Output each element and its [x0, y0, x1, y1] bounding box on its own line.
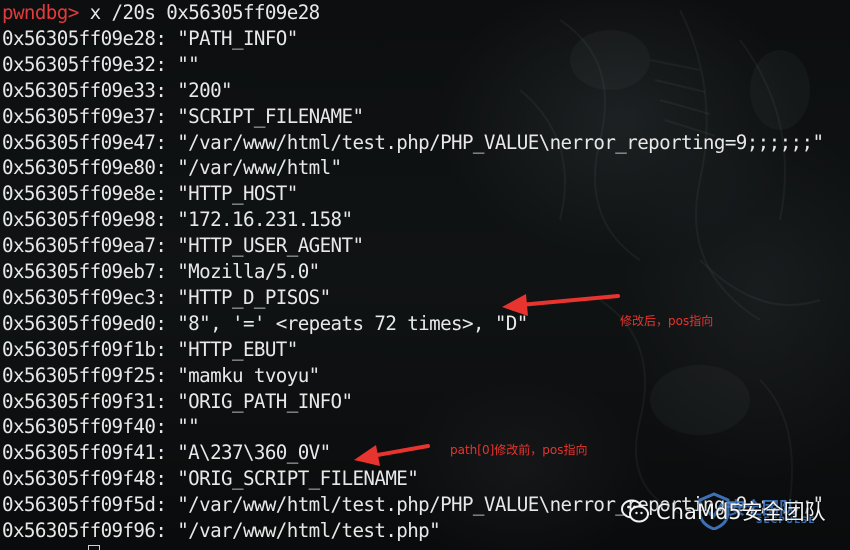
annotation-arrows: [354, 294, 620, 466]
wechat-icon: [621, 499, 649, 523]
annotation-after-label: 修改后，pos指向: [620, 314, 714, 328]
watermark: ChaMd5安全团队: [620, 494, 826, 528]
arrow-before: [354, 444, 430, 466]
watermark-text: ChaMd5安全团队: [656, 500, 826, 524]
arrow-after: [502, 294, 620, 316]
terminal-cursor: [88, 545, 100, 550]
annotation-before-label: path[0]修改前，pos指向: [450, 443, 588, 457]
